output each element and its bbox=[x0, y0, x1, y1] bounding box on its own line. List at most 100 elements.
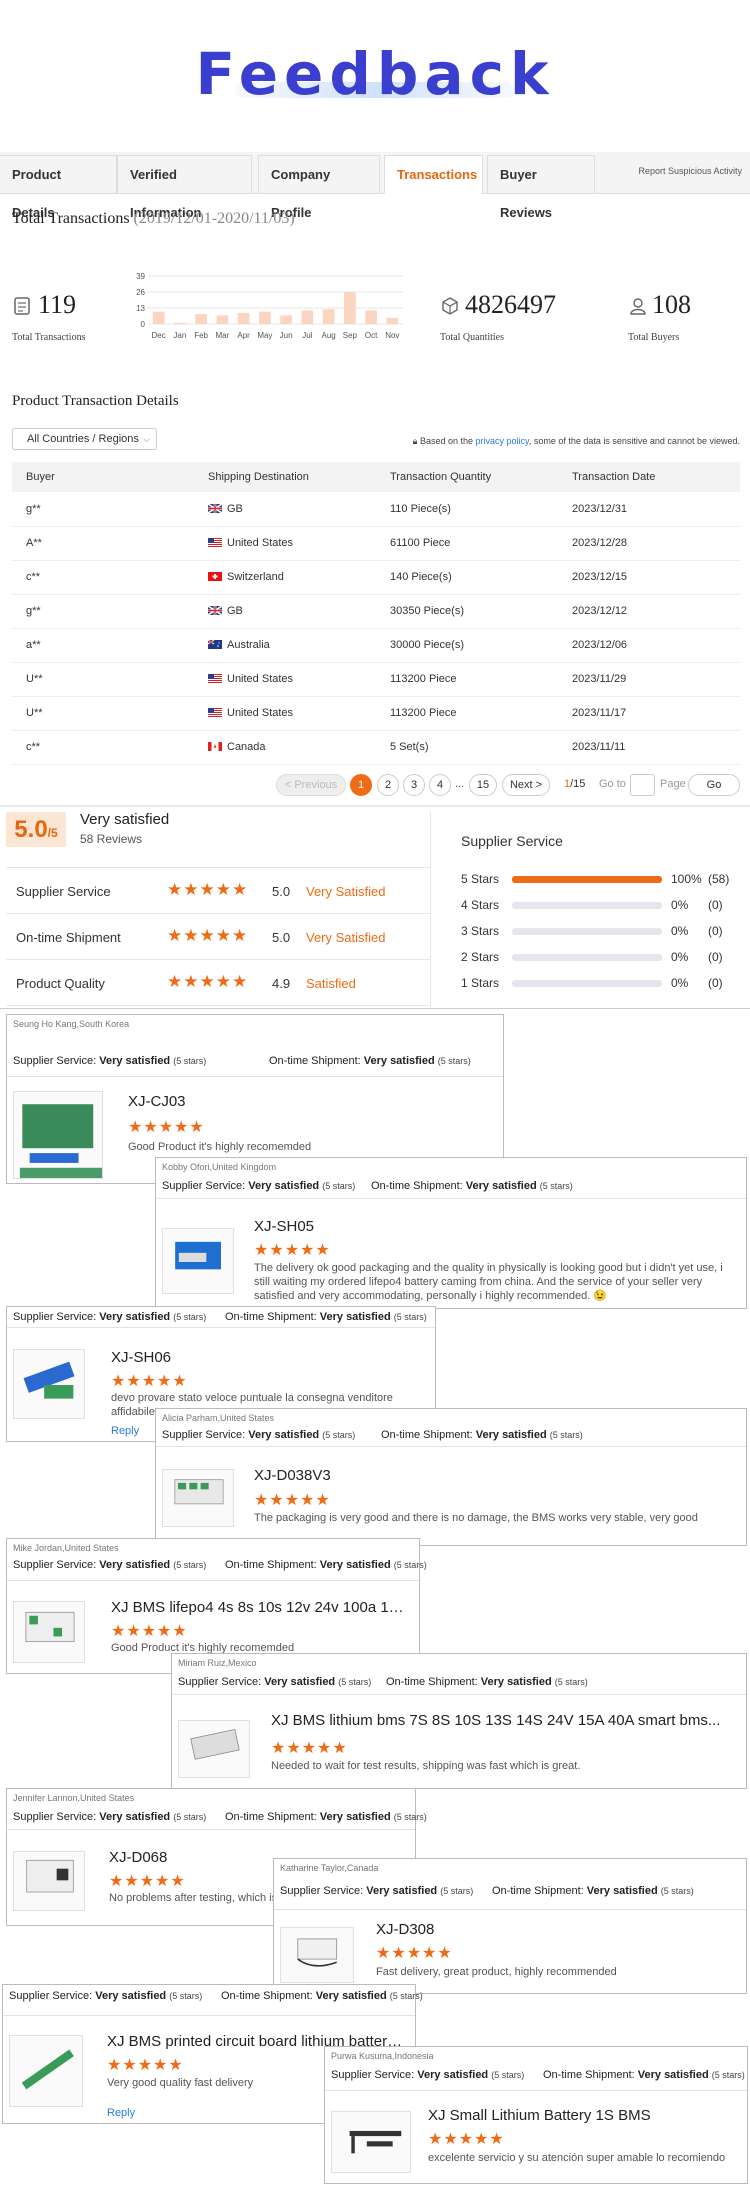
supplier-service-label: Supplier Service: bbox=[13, 1811, 97, 1823]
table-row: A** United States 61100 Piece 2023/12/28 bbox=[12, 526, 740, 561]
product-image[interactable] bbox=[9, 2035, 83, 2107]
destination-text: United States bbox=[227, 707, 294, 719]
product-image-art bbox=[190, 1728, 240, 1760]
page-button-1[interactable]: 1 bbox=[350, 774, 372, 796]
shipment-label: On-time Shipment: bbox=[492, 1885, 584, 1897]
header-buyer: Buyer bbox=[12, 462, 194, 492]
tab-buyer-reviews[interactable]: Buyer Reviews bbox=[487, 155, 595, 220]
tab-verified-information[interactable]: Verified Information bbox=[117, 155, 252, 220]
product-image[interactable] bbox=[331, 2111, 411, 2173]
chart-bar bbox=[322, 309, 335, 324]
shipment-stars: (5 stars) bbox=[393, 1560, 427, 1570]
supplier-service-value: Very satisfied bbox=[417, 2069, 489, 2081]
total-pages: /15 bbox=[570, 778, 586, 790]
supplier-service-rating: Supplier Service: Very satisfied (5 star… bbox=[13, 1559, 206, 1571]
product-image[interactable] bbox=[13, 1601, 85, 1663]
product-image-art bbox=[297, 1938, 338, 1967]
tab-product-details[interactable]: Product Details bbox=[0, 155, 117, 220]
page-button-3[interactable]: 3 bbox=[403, 774, 425, 796]
supplier-service-stars: (5 stars) bbox=[169, 1991, 203, 2001]
destination-cell: GB bbox=[194, 594, 376, 629]
reviewer-name: Seung Ho Kang,South Korea bbox=[13, 1019, 130, 1029]
supplier-service-value: Very satisfied bbox=[99, 1559, 171, 1571]
table-row: c** Canada 5 Set(s) 2023/11/11 bbox=[12, 730, 740, 765]
lock-icon: 🔒︎ bbox=[412, 436, 418, 446]
product-image[interactable] bbox=[13, 1851, 85, 1911]
report-suspicious-link[interactable]: Report Suspicious Activity bbox=[638, 166, 742, 176]
product-name[interactable]: XJ-SH06 bbox=[111, 1349, 171, 1366]
page-button-4[interactable]: 4 bbox=[429, 774, 451, 796]
chart-y-tick: 26 bbox=[136, 288, 145, 297]
destination-text: GB bbox=[227, 502, 243, 515]
destination-cell: Australia bbox=[194, 628, 376, 663]
country-filter-select[interactable]: All Countries / Regions ⌵ bbox=[12, 428, 157, 450]
rating-stars-quality: ★★★★★ bbox=[167, 972, 249, 991]
buyer-cell: g** bbox=[12, 492, 194, 527]
product-image[interactable] bbox=[13, 1349, 85, 1419]
product-name[interactable]: XJ-D068 bbox=[109, 1849, 167, 1866]
privacy-policy-link[interactable]: privacy policy bbox=[476, 436, 529, 446]
rating-vertical-divider bbox=[430, 812, 431, 1008]
product-image-art bbox=[175, 1241, 221, 1270]
product-name[interactable]: XJ-SH05 bbox=[254, 1218, 314, 1235]
review-stars: ★★★★★ bbox=[254, 1242, 331, 1259]
reply-link[interactable]: Reply bbox=[107, 2107, 135, 2119]
go-button[interactable]: Go bbox=[688, 774, 740, 796]
tab-transactions[interactable]: Transactions bbox=[384, 155, 483, 194]
product-name[interactable]: XJ-D308 bbox=[376, 1921, 434, 1938]
product-name[interactable]: XJ BMS lifepo4 4s 8s 10s 12v 24v 100a 15… bbox=[111, 1599, 411, 1616]
supplier-service-stars: (5 stars) bbox=[173, 1312, 207, 1322]
tab-company-profile[interactable]: Company Profile bbox=[258, 155, 380, 220]
page-number-input[interactable] bbox=[630, 774, 655, 796]
review-comment: Fast delivery, great product, highly rec… bbox=[376, 1966, 617, 1978]
review-stars: ★★★★★ bbox=[111, 1373, 188, 1390]
shipment-stars: (5 stars) bbox=[660, 1886, 694, 1896]
page-button-15[interactable]: 15 bbox=[469, 774, 497, 796]
page-button-2[interactable]: 2 bbox=[377, 774, 399, 796]
product-image[interactable] bbox=[13, 1091, 103, 1179]
supplier-service-rating: Supplier Service: Very satisfied (5 star… bbox=[13, 1055, 206, 1067]
rating-divider bbox=[6, 867, 430, 868]
product-name[interactable]: XJ-CJ03 bbox=[128, 1093, 186, 1110]
rating-label-quality: Product Quality bbox=[16, 976, 105, 991]
card-divider bbox=[325, 2090, 747, 2091]
transactions-chart: 39 26 13 0 Dec Jan Feb Mar Apr May Jun Jul Aug Sep Oct… bbox=[128, 268, 408, 344]
product-image[interactable] bbox=[280, 1927, 354, 1983]
flag-icon bbox=[208, 571, 227, 583]
date-cell: 2023/11/17 bbox=[558, 696, 740, 731]
supplier-service-rating: Supplier Service: Very satisfied (5 star… bbox=[13, 1811, 206, 1823]
supplier-service-stars: (5 stars) bbox=[173, 1560, 207, 1570]
table-row: c** Switzerland 140 Piece(s) 2023/12/15 bbox=[12, 560, 740, 595]
buyer-cell: U** bbox=[12, 662, 194, 697]
flag-icon bbox=[208, 639, 227, 651]
shipment-rating: On-time Shipment: Very satisfied (5 star… bbox=[225, 1311, 427, 1323]
chart-x-tick: May bbox=[257, 331, 272, 340]
reviewer-name: Miriam Ruiz,Mexico bbox=[178, 1658, 257, 1668]
card-divider bbox=[156, 1446, 746, 1447]
product-name[interactable]: XJ BMS lithium bms 7S 8S 10S 13S 14S 24V… bbox=[271, 1712, 720, 1729]
product-image-art bbox=[19, 1104, 102, 1178]
shipment-value: Very satisfied bbox=[319, 1311, 391, 1323]
rating-text-shipment: Very Satisfied bbox=[306, 930, 386, 945]
review-comment: The packaging is very good and there is … bbox=[254, 1512, 698, 1524]
chart-bar bbox=[174, 322, 186, 324]
chart-x-tick: Dec bbox=[152, 331, 166, 340]
review-comment: excelente servicio y su atención super a… bbox=[428, 2152, 726, 2164]
card-divider bbox=[274, 1909, 746, 1910]
shipment-label: On-time Shipment: bbox=[225, 1311, 317, 1323]
product-image[interactable] bbox=[178, 1720, 250, 1778]
total-transactions-value: 119 bbox=[38, 290, 77, 319]
product-name[interactable]: XJ-D038V3 bbox=[254, 1467, 331, 1484]
tab-bar: Product Details Verified Information Com… bbox=[0, 152, 750, 220]
page-title: Feedback bbox=[195, 40, 555, 108]
product-image[interactable] bbox=[162, 1228, 234, 1294]
supplier-service-rating: Supplier Service: Very satisfied (5 star… bbox=[162, 1429, 355, 1441]
shipment-label: On-time Shipment: bbox=[269, 1055, 361, 1067]
previous-button[interactable]: < Previous bbox=[276, 774, 346, 796]
quantity-cell: 110 Piece(s) bbox=[376, 492, 558, 527]
next-button[interactable]: Next > bbox=[502, 774, 550, 796]
reply-link[interactable]: Reply bbox=[111, 1425, 139, 1437]
product-image[interactable] bbox=[162, 1469, 234, 1527]
product-name[interactable]: XJ Small Lithium Battery 1S BMS bbox=[428, 2107, 651, 2124]
reviewer-name: Mike Jordan,United States bbox=[13, 1543, 119, 1553]
